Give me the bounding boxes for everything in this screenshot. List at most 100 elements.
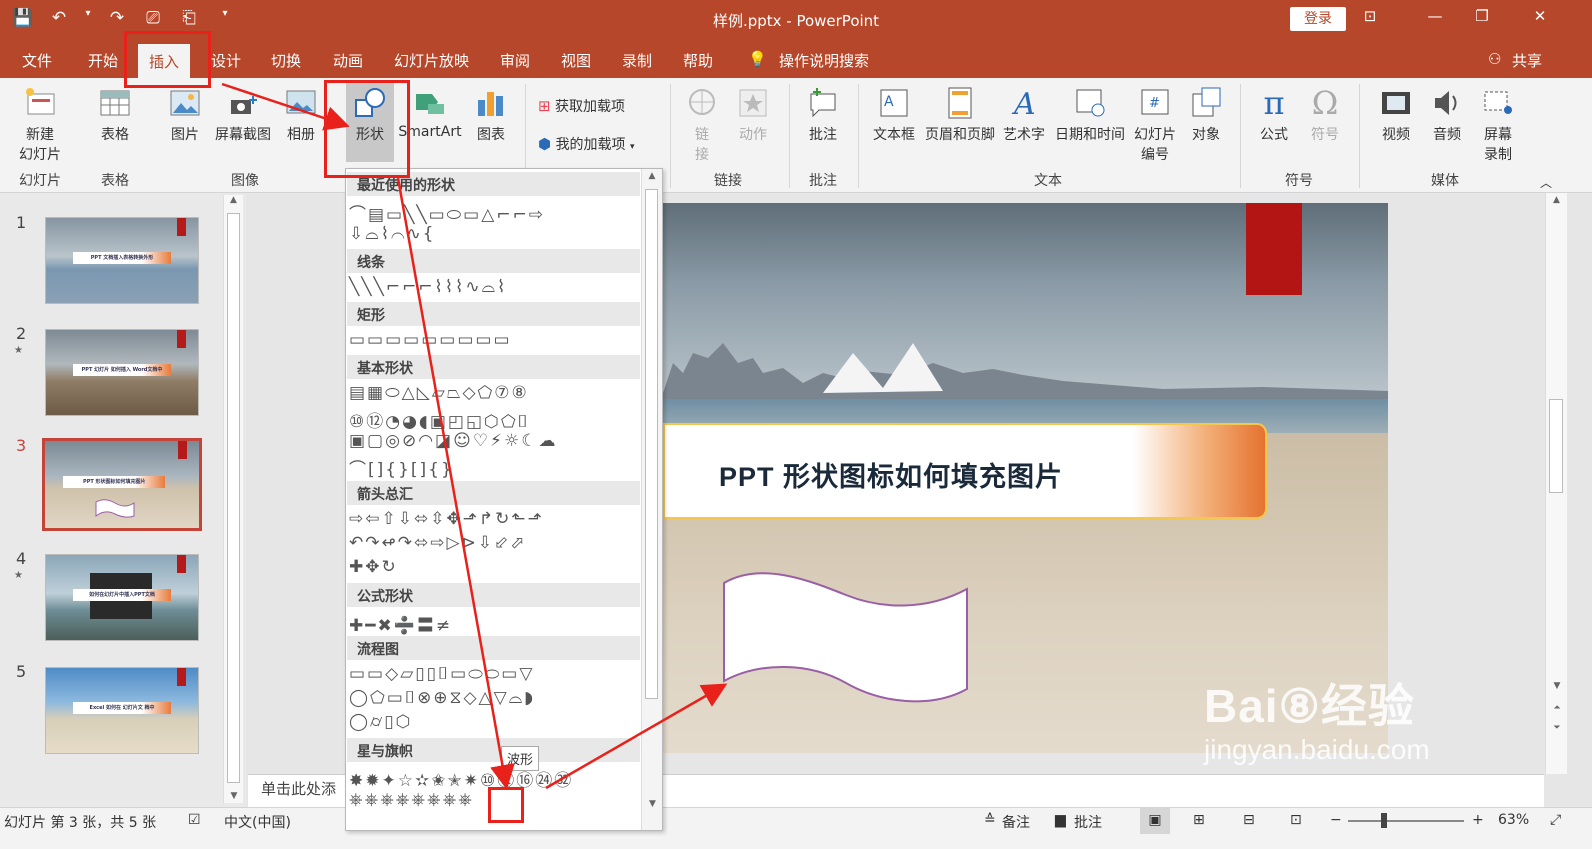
shape-row[interactable]: ↶↷↫↷⬄⇨▷⊳⇩⬃⬀ xyxy=(349,533,527,553)
zoom-in-icon[interactable]: + xyxy=(1472,812,1484,828)
fit-slide-icon[interactable]: ⤢ xyxy=(1550,812,1561,828)
screenshot-button[interactable]: 屏幕截图 xyxy=(212,86,274,144)
shape-row[interactable]: ⌒▤▭╲╲▭⬭▭△⌐⌐⇨ xyxy=(349,200,545,225)
shape-row[interactable]: ✸✹✦☆✫✬✭✷⑩⑫⑯㉔㉜ xyxy=(349,766,573,791)
wordart-icon: A xyxy=(1011,87,1036,120)
tab-record[interactable]: 录制 xyxy=(622,50,652,71)
reading-view-icon[interactable]: ⊟ xyxy=(1243,812,1255,828)
my-addins-button[interactable]: ⬢ 我的加载项 ▾ xyxy=(538,134,635,154)
collapse-ribbon-icon[interactable]: ︿ xyxy=(1540,174,1552,191)
slide-thumbnail-4[interactable]: 如何在幻灯片中插入PPT文档 xyxy=(45,554,199,641)
equation-button[interactable]: π 公式 xyxy=(1254,86,1294,144)
slide-red-rectangle[interactable] xyxy=(1246,203,1302,295)
sorter-view-icon[interactable]: ⊞ xyxy=(1193,812,1205,828)
tab-design[interactable]: 设计 xyxy=(211,50,241,71)
shape-row[interactable]: ▤▦⬭△◺▱⏢◇⬠⑦⑧ xyxy=(349,383,529,403)
wordart-button[interactable]: A 艺术字 xyxy=(1002,86,1046,144)
album-button[interactable]: 相册 xyxy=(283,86,319,144)
zoom-slider-thumb[interactable] xyxy=(1381,813,1387,828)
shape-row[interactable]: ⇩⌓⌇⌒∿{ xyxy=(349,224,436,244)
editor-scrollbar[interactable]: ▲ ▼ ⏶ ⏷ xyxy=(1545,193,1567,774)
chart-button[interactable]: 图表 xyxy=(472,86,510,144)
normal-view-icon[interactable]: ▣ xyxy=(1140,808,1170,834)
new-slide-button[interactable]: 新建 幻灯片 xyxy=(10,86,70,164)
link-button[interactable]: 链 接 xyxy=(682,86,722,164)
slideshow-view-icon[interactable]: ⊡ xyxy=(1290,812,1302,828)
shape-row[interactable]: ⇨⇦⇧⇩⬄⇳✥⬏↱↻⬑⬏ xyxy=(349,509,544,529)
wave-shape[interactable] xyxy=(721,571,971,703)
spell-check-icon[interactable]: ☑ xyxy=(188,812,201,828)
textbox-button[interactable]: A 文本框 xyxy=(870,86,918,144)
chart-icon xyxy=(478,92,503,116)
status-bar: 幻灯片 第 3 张，共 5 张 ☑ 中文(中国) ≙ 备注 ▆ 批注 ▣ ⊞ ⊟… xyxy=(0,807,1592,849)
slide-title-box[interactable]: PPT 形状图标如何填充图片 xyxy=(663,423,1267,519)
camera-icon xyxy=(231,96,257,114)
audio-button[interactable]: 音频 xyxy=(1426,86,1468,144)
login-button[interactable]: 登录 xyxy=(1290,7,1346,31)
slide-number-button[interactable]: # 幻灯片 编号 xyxy=(1130,86,1180,164)
lightbulb-icon: 💡 xyxy=(748,50,767,68)
zoom-slider[interactable] xyxy=(1348,820,1464,822)
scrollbar-thumb[interactable] xyxy=(1549,399,1563,493)
screen-record-button[interactable]: 屏幕 录制 xyxy=(1476,86,1520,164)
share-button[interactable]: 共享 xyxy=(1512,50,1542,71)
separator xyxy=(1359,84,1360,188)
minimize-icon[interactable]: — xyxy=(1420,7,1450,25)
shape-row[interactable]: ⑩⑫◔◕◖▣◰◱⬡⬠⌷ xyxy=(349,407,530,432)
symbol-button[interactable]: Ω 符号 xyxy=(1305,86,1345,144)
tab-review[interactable]: 审阅 xyxy=(500,50,530,71)
thumb-wave-shape xyxy=(95,499,135,518)
tab-transitions[interactable]: 切换 xyxy=(271,50,301,71)
tab-help[interactable]: 帮助 xyxy=(683,50,713,71)
zoom-out-icon[interactable]: − xyxy=(1330,812,1342,828)
comments-button[interactable]: 批注 xyxy=(1074,812,1102,832)
shape-row[interactable]: ▭▭◇▱▯▯⌷▭⬭⬭▭▽ xyxy=(349,664,534,684)
header-footer-button[interactable]: 页眉和页脚 xyxy=(920,86,1000,144)
thumbnail-scrollbar[interactable]: ▲ ▼ xyxy=(223,195,243,803)
next-slide-icon[interactable]: ⏷ xyxy=(1546,723,1568,733)
shape-row[interactable]: ◯⌭▯⬡ xyxy=(349,712,412,732)
shape-row[interactable]: ⎈⎈⎈⎈⎈⎈⎈⎈ xyxy=(349,790,474,810)
slide-thumbnail-3[interactable]: PPT 形状图标如何填充图片 xyxy=(42,438,202,531)
table-button[interactable]: 表格 xyxy=(95,86,135,144)
tab-home[interactable]: 开始 xyxy=(88,50,118,71)
shape-row[interactable]: ✚✥↻ xyxy=(349,557,398,577)
notes-icon[interactable]: ≙ xyxy=(984,812,996,828)
datetime-button[interactable]: 日期和时间 xyxy=(1050,86,1130,144)
shape-row[interactable]: ▣▢◎⊘◠◪☺♡⚡☼☾☁ xyxy=(349,431,557,451)
zoom-level[interactable]: 63% xyxy=(1498,812,1529,828)
get-addins-button[interactable]: ⊞ 获取加载项 xyxy=(538,96,625,116)
notes-button[interactable]: 备注 xyxy=(1002,812,1030,832)
ribbon-display-icon[interactable]: ⊡ xyxy=(1355,7,1385,25)
tell-me-search[interactable]: 操作说明搜索 xyxy=(779,50,869,71)
object-button[interactable]: 对象 xyxy=(1186,86,1226,144)
thumb-decoration xyxy=(178,441,187,459)
shape-row[interactable]: ⌒[]{}[]{} xyxy=(349,455,454,480)
prev-slide-icon[interactable]: ⏶ xyxy=(1546,703,1568,713)
slide-thumbnail-1[interactable]: PPT 文档插入表格转换外形 xyxy=(45,217,199,304)
close-icon[interactable]: ✕ xyxy=(1525,7,1555,25)
shape-row[interactable]: ╲╲╲⌐⌐⌐⌇⌇⌇∿⌓⌇ xyxy=(349,277,507,297)
shape-row[interactable]: ◯⬠▭⌷⊗⊕⧖◇△▽⌓◗ xyxy=(349,688,535,708)
slide-thumbnail-2[interactable]: PPT 幻灯片 如何插入 Word文档中 xyxy=(45,329,199,416)
scrollbar-thumb[interactable] xyxy=(645,189,658,699)
smartart-icon xyxy=(416,94,444,114)
comment-button[interactable]: 批注 xyxy=(803,86,843,144)
slide-title[interactable]: PPT 形状图标如何填充图片 xyxy=(719,455,1063,494)
tab-animations[interactable]: 动画 xyxy=(333,50,363,71)
video-button[interactable]: 视频 xyxy=(1374,86,1418,144)
tab-slideshow[interactable]: 幻灯片放映 xyxy=(394,50,469,71)
language-indicator[interactable]: 中文(中国) xyxy=(224,812,291,832)
restore-icon[interactable]: ❐ xyxy=(1467,7,1497,25)
gallery-scrollbar[interactable]: ▲ ▼ xyxy=(641,169,662,830)
picture-button[interactable]: 图片 xyxy=(165,86,205,144)
category-block-arrows: 箭头总汇 xyxy=(347,481,640,505)
shape-row[interactable]: ▭▭▭▭▭▭▭▭▭ xyxy=(349,330,512,350)
tab-view[interactable]: 视图 xyxy=(561,50,591,71)
shape-row[interactable]: ✚━✖➗〓≠ xyxy=(349,611,452,636)
tab-file[interactable]: 文件 xyxy=(22,50,52,71)
slide-thumbnail-5[interactable]: Excel 如何在 幻灯片文 档中 xyxy=(45,667,199,754)
scrollbar-thumb[interactable] xyxy=(227,213,240,783)
comments-icon[interactable]: ▆ xyxy=(1055,812,1066,828)
action-button[interactable]: 动作 xyxy=(733,86,773,144)
